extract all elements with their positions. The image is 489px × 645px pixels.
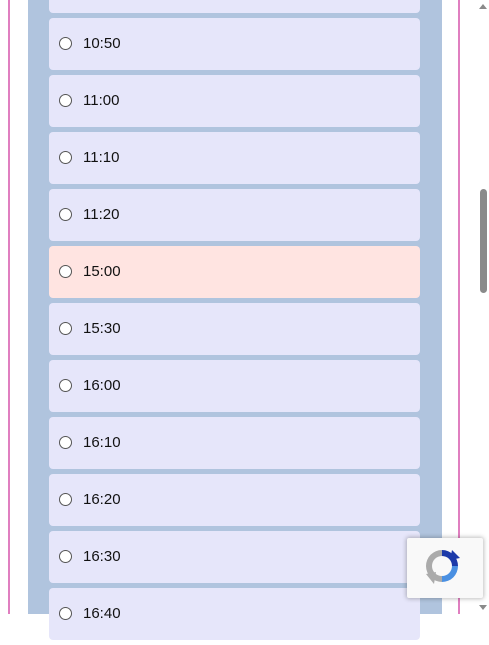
radio-button[interactable] <box>59 550 72 563</box>
time-slot[interactable]: 16:20 <box>49 474 420 526</box>
frame-right-border <box>458 0 460 614</box>
time-slot-label: 16:40 <box>83 605 121 622</box>
radio-button[interactable] <box>59 379 72 392</box>
radio-button[interactable] <box>59 436 72 449</box>
recaptcha-icon <box>426 550 460 584</box>
time-slot-highlighted[interactable]: 15:00 <box>49 246 420 298</box>
time-slot[interactable]: 10:50 <box>49 18 420 70</box>
radio-button[interactable] <box>59 493 72 506</box>
time-slot-label: 10:50 <box>83 35 121 52</box>
radio-button[interactable] <box>59 265 72 278</box>
scrollbar-thumb[interactable] <box>480 189 487 293</box>
time-slot-label: 15:30 <box>83 320 121 337</box>
time-slot[interactable]: 16:00 <box>49 360 420 412</box>
time-slot[interactable]: 16:30 <box>49 531 420 583</box>
time-slot[interactable]: 11:10 <box>49 132 420 184</box>
radio-button[interactable] <box>59 151 72 164</box>
time-slot-label: 15:00 <box>83 263 121 280</box>
time-slot[interactable]: 16:40 <box>49 588 420 640</box>
time-slot-label: 11:00 <box>83 92 120 109</box>
time-slot[interactable]: 16:10 <box>49 417 420 469</box>
vertical-scrollbar[interactable] <box>477 0 489 614</box>
radio-button[interactable] <box>59 94 72 107</box>
time-slot[interactable] <box>49 0 420 13</box>
time-slot-label: 16:30 <box>83 548 121 565</box>
time-slot-label: 16:00 <box>83 377 121 394</box>
time-slot[interactable]: 11:20 <box>49 189 420 241</box>
radio-button[interactable] <box>59 37 72 50</box>
time-slot-label: 16:10 <box>83 434 121 451</box>
frame-left-border <box>8 0 10 614</box>
time-slot[interactable]: 15:30 <box>49 303 420 355</box>
time-slot-label: 11:20 <box>83 206 120 223</box>
recaptcha-badge[interactable] <box>407 538 483 598</box>
scroll-down-arrow-icon[interactable] <box>479 605 487 610</box>
radio-button[interactable] <box>59 208 72 221</box>
scroll-up-arrow-icon[interactable] <box>479 4 487 9</box>
time-slot[interactable]: 11:00 <box>49 75 420 127</box>
time-slot-list: 10:50 11:00 11:10 11:20 15:00 15:30 16:0… <box>49 0 420 645</box>
radio-button[interactable] <box>59 322 72 335</box>
time-slot-label: 11:10 <box>83 149 120 166</box>
time-slot-label: 16:20 <box>83 491 121 508</box>
